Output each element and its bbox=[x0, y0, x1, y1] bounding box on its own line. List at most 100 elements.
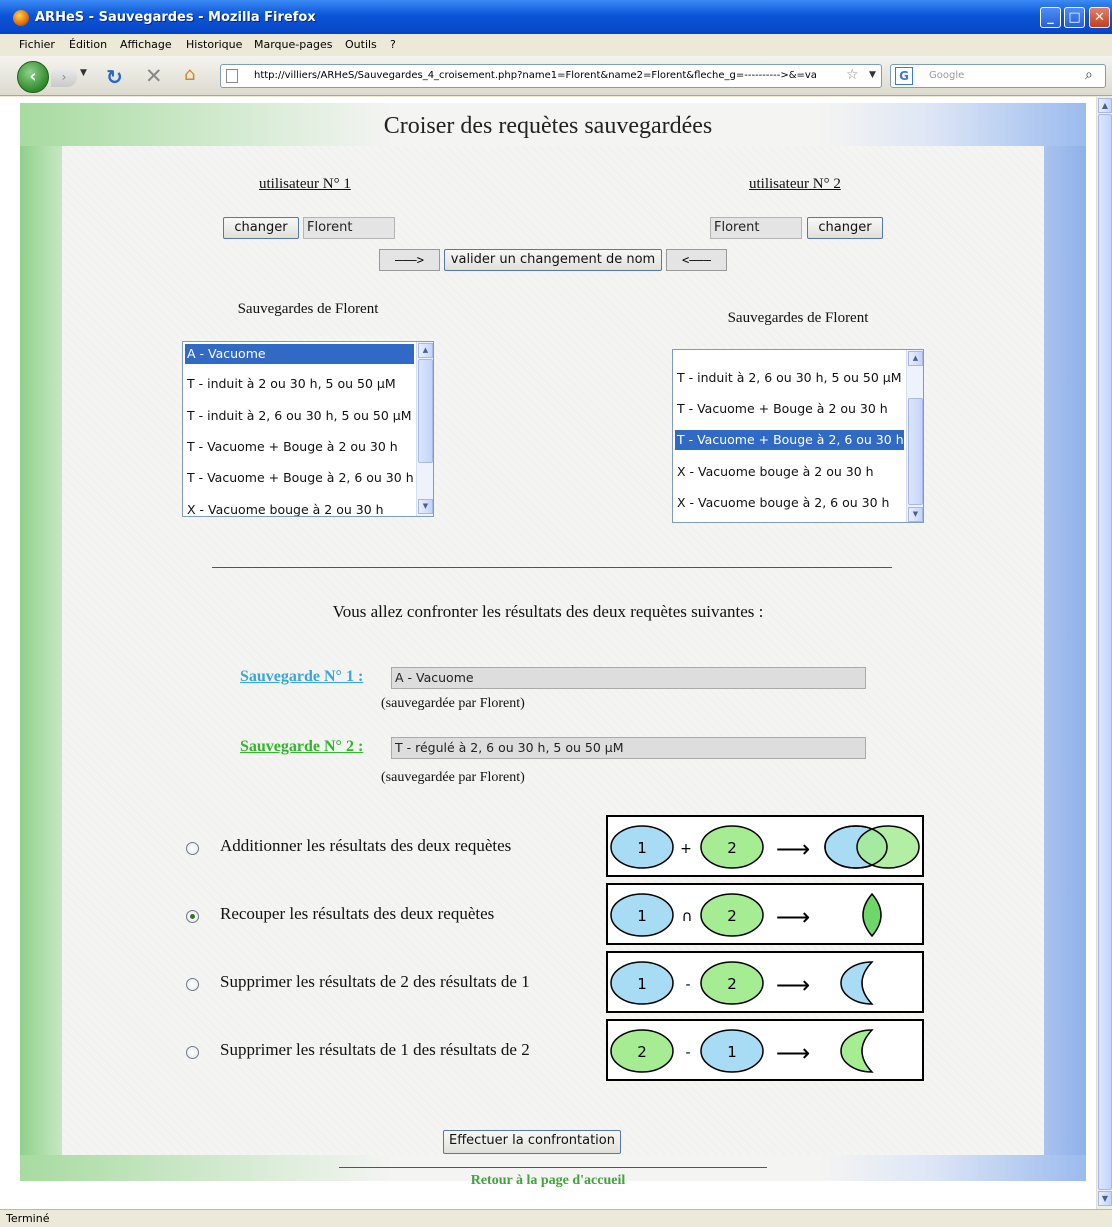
list-item[interactable]: T - induit à 2, 6 ou 30 h, 5 ou 50 µM bbox=[675, 368, 902, 388]
list-item[interactable]: X - Vacuome bouge à 2, 6 ou 30 h bbox=[675, 493, 889, 513]
op-add-label: Additionner les résultats des deux requè… bbox=[220, 836, 512, 855]
user1-name-field[interactable]: Florent bbox=[303, 217, 395, 239]
operator-plus: + bbox=[680, 841, 692, 857]
bookmark-star-icon[interactable]: ☆ bbox=[846, 67, 859, 83]
diagram-difference-1-2: 1 - 2 ⟶ bbox=[606, 951, 924, 1013]
divider bbox=[212, 567, 892, 568]
minimize-button[interactable]: _ bbox=[1040, 7, 1061, 28]
scroll-down-icon[interactable]: ▼ bbox=[908, 507, 923, 522]
operator-minus: - bbox=[685, 1045, 690, 1061]
url-text[interactable]: http://villiers/ARHeS/Sauvegardes_4_croi… bbox=[254, 70, 817, 81]
search-engine-icon[interactable]: G bbox=[895, 67, 913, 85]
diagram-intersection: 1 ∩ 2 ⟶ bbox=[606, 883, 924, 945]
history-dropdown-icon[interactable]: ▼ bbox=[80, 68, 92, 78]
scroll-thumb[interactable] bbox=[418, 359, 433, 463]
scroll-down-icon[interactable]: ▼ bbox=[418, 499, 433, 514]
list-item[interactable]: X - Vacuome bouge à 2 ou 30 h bbox=[185, 500, 384, 516]
arrow-icon: ⟶ bbox=[776, 835, 810, 863]
radio-intersect[interactable] bbox=[186, 910, 199, 923]
firefox-icon bbox=[13, 10, 29, 26]
footer-divider bbox=[339, 1167, 767, 1168]
scroll-down-icon[interactable]: ▼ bbox=[1098, 1191, 1112, 1206]
menu-bar: Fichier Édition Affichage Historique Mar… bbox=[0, 34, 1112, 56]
user2-name-field[interactable]: Florent bbox=[710, 217, 802, 239]
radio-subtract-2-from-1[interactable] bbox=[186, 978, 199, 991]
arrow-left-button[interactable]: <——— bbox=[666, 249, 727, 271]
user2-label: utilisateur N° 2 bbox=[749, 176, 841, 192]
back-button[interactable]: ‹ bbox=[17, 61, 49, 93]
op-subtract-1-from-2-label: Supprimer les résultats de 1 des résulta… bbox=[220, 1040, 530, 1059]
change-user1-button[interactable]: changer bbox=[223, 217, 299, 239]
list1-title: Sauvegardes de Florent bbox=[237, 301, 379, 317]
op-intersect-label: Recouper les résultats des deux requètes bbox=[220, 904, 495, 923]
save1-label: Sauvegarde N° 1 : bbox=[240, 668, 364, 685]
scroll-thumb[interactable] bbox=[908, 398, 923, 505]
set-1-label: 1 bbox=[637, 839, 647, 857]
url-bar[interactable]: http://villiers/ARHeS/Sauvegardes_4_croi… bbox=[220, 64, 882, 88]
diagram-union: 1 + 2 ⟶ bbox=[606, 815, 924, 877]
scroll-up-icon[interactable]: ▲ bbox=[1098, 98, 1112, 113]
list-item[interactable]: X - Vacuome bouge à 2 ou 30 h bbox=[675, 462, 874, 482]
page-scroll-thumb[interactable] bbox=[1098, 114, 1112, 1190]
home-icon[interactable]: ⌂ bbox=[184, 64, 195, 85]
close-button[interactable]: ✕ bbox=[1089, 7, 1110, 28]
list1-scrollbar[interactable]: ▲ ▼ bbox=[416, 342, 433, 516]
saves-list-user2[interactable]: T - induit à 2, 6 ou 30 h, 5 ou 50 µM T … bbox=[672, 349, 924, 523]
status-bar: Terminé bbox=[0, 1209, 1112, 1227]
list-item[interactable]: T - Vacuome + Bouge à 2, 6 ou 30 h bbox=[185, 468, 414, 488]
menu-fichier[interactable]: Fichier bbox=[19, 38, 55, 51]
home-link[interactable]: Retour à la page d'accueil bbox=[0, 1173, 1096, 1189]
list2-scrollbar[interactable]: ▲ ▼ bbox=[906, 350, 923, 522]
radio-subtract-1-from-2[interactable] bbox=[186, 1046, 199, 1059]
arrow-icon: ⟶ bbox=[776, 903, 810, 931]
status-text: Terminé bbox=[6, 1212, 50, 1225]
page-icon bbox=[226, 69, 238, 83]
list-item[interactable]: A - Vacuome bbox=[185, 344, 414, 364]
list-item[interactable]: T - induit à 2 ou 30 h, 5 ou 50 µM bbox=[185, 374, 396, 394]
validate-name-change-button[interactable]: valider un changement de nom bbox=[444, 249, 662, 271]
list-item[interactable]: T - Vacuome + Bouge à 2 ou 30 h bbox=[185, 437, 398, 457]
maximize-button[interactable]: □ bbox=[1064, 7, 1085, 28]
forward-button[interactable]: › bbox=[51, 67, 77, 87]
search-placeholder[interactable]: Google bbox=[929, 70, 964, 81]
url-dropdown-icon[interactable]: ▼ bbox=[869, 70, 876, 80]
page-scrollbar[interactable]: ▲ ▼ bbox=[1096, 97, 1112, 1209]
list-item[interactable]: T - induit à 2, 6 ou 30 h, 5 ou 50 µM bbox=[185, 406, 412, 426]
op-subtract-2-from-1-label: Supprimer les résultats de 2 des résulta… bbox=[220, 972, 530, 991]
page-viewport: Croiser des requètes sauvegardées utilis… bbox=[0, 97, 1096, 1209]
menu-help[interactable]: ? bbox=[390, 38, 396, 51]
search-bar[interactable]: G Google ⌕ bbox=[890, 64, 1106, 88]
stop-icon[interactable]: ✕ bbox=[145, 64, 163, 88]
diagram-difference-2-1: 2 - 1 ⟶ bbox=[606, 1019, 924, 1081]
submit-confrontation-button[interactable]: Effectuer la confrontation bbox=[443, 1130, 621, 1154]
menu-edition[interactable]: Édition bbox=[69, 38, 107, 51]
scroll-up-icon[interactable]: ▲ bbox=[418, 343, 433, 358]
change-user2-button[interactable]: changer bbox=[807, 217, 883, 239]
window-title: ARHeS - Sauvegardes - Mozilla Firefox bbox=[35, 10, 316, 25]
page-title: Croiser des requètes sauvegardées bbox=[383, 113, 713, 139]
save1-value: A - Vacuome bbox=[391, 667, 866, 689]
save2-owner: (sauvegardée par Florent) bbox=[381, 770, 525, 785]
set-2-label: 2 bbox=[727, 975, 737, 993]
arrow-icon: ⟶ bbox=[776, 971, 810, 999]
save2-label: Sauvegarde N° 2 : bbox=[240, 738, 364, 755]
window-titlebar: ARHeS - Sauvegardes - Mozilla Firefox _ … bbox=[0, 0, 1112, 34]
menu-outils[interactable]: Outils bbox=[345, 38, 377, 51]
menu-historique[interactable]: Historique bbox=[186, 38, 242, 51]
arrow-icon: ⟶ bbox=[776, 1039, 810, 1067]
scroll-up-icon[interactable]: ▲ bbox=[908, 351, 923, 366]
reload-icon[interactable]: ↻ bbox=[106, 65, 123, 89]
menu-marque-pages[interactable]: Marque-pages bbox=[254, 38, 332, 51]
arrow-right-button[interactable]: ———> bbox=[379, 249, 440, 271]
operator-intersect: ∩ bbox=[682, 907, 693, 925]
saves-list-user1[interactable]: A - Vacuome T - induit à 2 ou 30 h, 5 ou… bbox=[182, 341, 434, 517]
list-item[interactable]: T - Vacuome + Bouge à 2 ou 30 h bbox=[675, 399, 888, 419]
menu-affichage[interactable]: Affichage bbox=[120, 38, 172, 51]
set-2-label: 2 bbox=[727, 839, 737, 857]
save2-value: T - régulé à 2, 6 ou 30 h, 5 ou 50 µM bbox=[391, 737, 866, 759]
radio-add[interactable] bbox=[186, 842, 199, 855]
search-icon[interactable]: ⌕ bbox=[1085, 67, 1093, 83]
list-item[interactable]: T - Vacuome + Bouge à 2, 6 ou 30 h bbox=[675, 430, 904, 450]
save1-owner: (sauvegardée par Florent) bbox=[381, 696, 525, 711]
set-2-label: 2 bbox=[637, 1043, 647, 1061]
